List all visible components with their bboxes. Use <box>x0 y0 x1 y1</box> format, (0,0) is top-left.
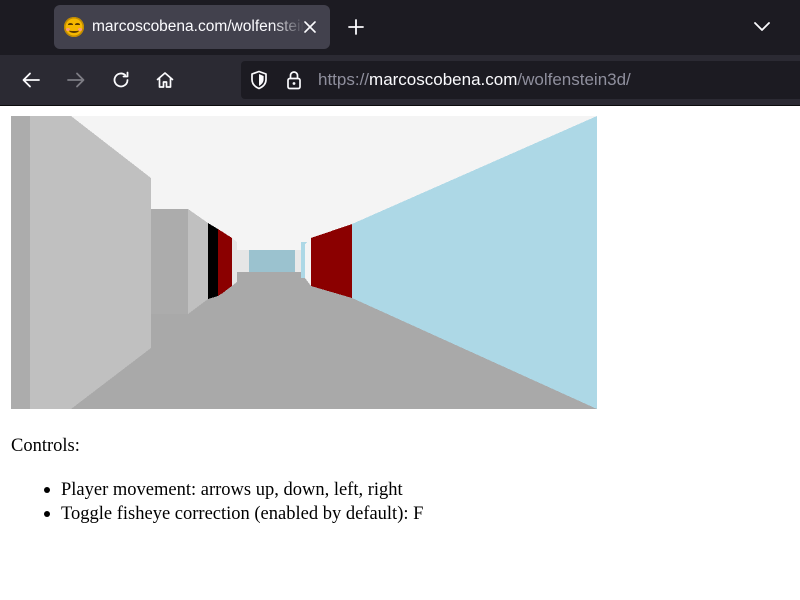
far-wall-left-gray <box>237 250 249 272</box>
chevron-down-icon <box>754 22 770 31</box>
list-item: Player movement: arrows up, down, left, … <box>44 478 423 502</box>
left-wall-black <box>208 223 218 299</box>
page-content: Controls: Player movement: arrows up, do… <box>0 106 800 600</box>
url-path: /wolfenstein3d/ <box>517 70 631 89</box>
controls-list: Player movement: arrows up, down, left, … <box>44 478 423 526</box>
close-tab-icon[interactable] <box>300 17 320 37</box>
forward-button[interactable] <box>60 64 92 96</box>
address-bar[interactable]: https://marcoscobena.com/wolfenstein3d/ <box>241 61 800 99</box>
tracking-protection-shield-icon[interactable] <box>249 70 269 90</box>
tab-bar: marcoscobena.com/wolfenstein3d/ <box>0 0 800 55</box>
back-button[interactable] <box>15 64 47 96</box>
lock-icon[interactable] <box>284 70 304 90</box>
left-wall-mid <box>151 209 188 314</box>
smiling-face-emoji-icon <box>64 17 84 37</box>
reload-button[interactable] <box>105 64 137 96</box>
left-wall-mid-side <box>188 209 208 314</box>
list-item: Toggle fisheye correction (enabled by de… <box>44 502 423 526</box>
control-fisheye: Toggle fisheye correction (enabled by de… <box>61 504 424 524</box>
list-all-tabs-button[interactable] <box>748 13 776 41</box>
control-movement: Player movement: arrows up, down, left, … <box>61 480 403 500</box>
bullet-icon <box>44 487 50 493</box>
game-canvas[interactable] <box>11 116 597 409</box>
far-wall-blue <box>249 250 295 272</box>
forward-arrow-icon <box>67 72 85 88</box>
plus-icon <box>348 19 364 35</box>
home-button[interactable] <box>149 64 181 96</box>
reload-icon <box>113 71 129 88</box>
bullet-icon <box>44 511 50 517</box>
left-wall-near-edge <box>11 116 30 409</box>
right-wall-gap <box>305 238 311 286</box>
navigation-toolbar: https://marcoscobena.com/wolfenstein3d/ <box>0 55 800 106</box>
controls-heading: Controls: <box>11 436 80 456</box>
browser-tab[interactable]: marcoscobena.com/wolfenstein3d/ <box>54 5 330 49</box>
new-tab-button[interactable] <box>342 13 370 41</box>
left-wall-red-end <box>232 238 237 287</box>
url-text: https://marcoscobena.com/wolfenstein3d/ <box>318 70 631 90</box>
home-icon <box>156 72 174 88</box>
tab-title: marcoscobena.com/wolfenstein3d/ <box>92 18 304 35</box>
url-prefix: https:// <box>318 70 370 89</box>
url-host: marcoscobena.com <box>369 70 518 89</box>
back-arrow-icon <box>22 72 40 88</box>
left-wall-red <box>218 229 232 296</box>
